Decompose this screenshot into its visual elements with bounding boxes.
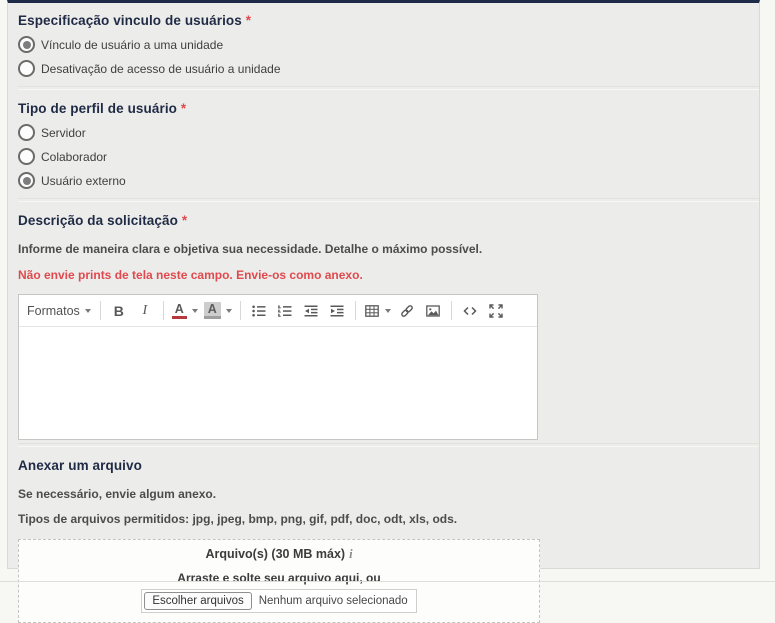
indent-icon (329, 303, 345, 319)
attachment-allowed-types: Tipos de arquivos permitidos: jpg, jpeg,… (18, 512, 759, 526)
description-warning: Não envie prints de tela neste campo. En… (18, 268, 759, 282)
toolbar-separator (451, 301, 452, 320)
editor-content-area[interactable] (19, 327, 537, 439)
bullet-list-icon (251, 303, 267, 319)
radio-option-label: Usuário externo (41, 174, 126, 188)
text-color-letter: A (172, 303, 187, 315)
radio-button-icon[interactable] (18, 148, 35, 165)
text-color-icon: A (172, 303, 187, 319)
table-icon (364, 303, 380, 319)
toolbar-separator (100, 301, 101, 320)
radio-option-colaborador[interactable]: Colaborador (18, 148, 759, 165)
numbered-list-button[interactable] (272, 299, 298, 323)
text-color-swatch (172, 316, 187, 319)
section-divider (18, 443, 759, 447)
indent-button[interactable] (324, 299, 350, 323)
heading-text: Anexar um arquivo (18, 458, 142, 473)
heading-text: Especificação vinculo de usuários (18, 13, 242, 28)
radio-option-vinculo-unidade[interactable]: Vínculo de usuário a uma unidade (18, 36, 759, 53)
italic-button[interactable]: I (132, 299, 158, 323)
bullet-list-button[interactable] (246, 299, 272, 323)
insert-link-button[interactable] (394, 299, 420, 323)
required-asterisk: * (181, 101, 186, 116)
section-profile-type-heading: Tipo de perfil de usuário * (18, 100, 759, 117)
section-divider (18, 198, 759, 202)
fullscreen-icon (488, 303, 504, 319)
toolbar-separator (355, 301, 356, 320)
editor-toolbar: Formatos B I A (19, 295, 537, 327)
heading-text: Tipo de perfil de usuário (18, 101, 177, 116)
required-asterisk: * (246, 13, 251, 28)
section-user-link: Especificação vinculo de usuários * Vínc… (18, 12, 759, 77)
bold-button[interactable]: B (106, 299, 132, 323)
radio-option-desativacao-acesso[interactable]: Desativação de acesso de usuário a unida… (18, 60, 759, 77)
page-bottom-divider (0, 581, 775, 582)
no-file-selected-text: Nenhum arquivo selecionado (259, 595, 408, 607)
radio-option-usuario-externo[interactable]: Usuário externo (18, 172, 759, 189)
radio-option-servidor[interactable]: Servidor (18, 124, 759, 141)
formats-label: Formatos (27, 304, 80, 318)
heading-text: Descrição da solicitação (18, 213, 178, 228)
section-user-link-heading: Especificação vinculo de usuários * (18, 12, 759, 29)
insert-image-button[interactable] (420, 299, 446, 323)
background-color-button[interactable]: A (201, 299, 235, 323)
dropzone-title-text: Arquivo(s) (30 MB máx) (205, 547, 345, 561)
section-description: Descrição da solicitação * Informe de ma… (18, 212, 759, 440)
toolbar-separator (240, 301, 241, 320)
toolbar-separator (163, 301, 164, 320)
text-color-button[interactable]: A (169, 299, 201, 323)
file-input[interactable]: Escolher arquivos Nenhum arquivo selecio… (141, 589, 416, 613)
background-color-letter: A (204, 303, 221, 315)
background-color-icon: A (204, 302, 221, 319)
formats-dropdown-button[interactable]: Formatos (23, 299, 95, 323)
background-color-swatch (204, 316, 221, 319)
dropzone-title: Arquivo(s) (30 MB máx) i (19, 547, 539, 562)
rich-text-editor: Formatos B I A (18, 294, 538, 440)
link-icon (399, 303, 415, 319)
image-icon (425, 303, 441, 319)
radio-button-icon[interactable] (18, 124, 35, 141)
section-profile-type: Tipo de perfil de usuário * Servidor Col… (18, 100, 759, 189)
attachment-note: Se necessário, envie algum anexo. (18, 487, 759, 501)
chevron-down-icon (226, 309, 232, 313)
section-attachment: Anexar um arquivo Se necessário, envie a… (18, 457, 759, 623)
chevron-down-icon (192, 309, 198, 313)
outdent-icon (303, 303, 319, 319)
description-instruction: Informe de maneira clara e objetiva sua … (18, 242, 759, 256)
radio-button-icon[interactable] (18, 36, 35, 53)
dropzone-drag-text: Arraste e solte seu arquivo aqui, ou (19, 571, 539, 585)
source-code-button[interactable] (457, 299, 483, 323)
section-attachment-heading: Anexar um arquivo (18, 457, 759, 474)
fullscreen-button[interactable] (483, 299, 509, 323)
radio-option-label: Colaborador (41, 150, 107, 164)
numbered-list-icon (277, 303, 293, 319)
radio-option-label: Desativação de acesso de usuário a unida… (41, 62, 281, 76)
chevron-down-icon (85, 309, 91, 313)
section-description-heading: Descrição da solicitação * (18, 212, 759, 229)
source-code-icon (462, 303, 478, 319)
form-panel: Especificação vinculo de usuários * Vínc… (7, 0, 760, 569)
required-asterisk: * (182, 213, 187, 228)
table-button[interactable] (361, 299, 394, 323)
radio-button-icon[interactable] (18, 60, 35, 77)
section-divider (18, 86, 759, 90)
chevron-down-icon (385, 309, 391, 313)
outdent-button[interactable] (298, 299, 324, 323)
choose-files-button[interactable]: Escolher arquivos (144, 592, 251, 610)
radio-button-icon[interactable] (18, 172, 35, 189)
info-icon[interactable]: i (349, 547, 352, 561)
radio-option-label: Servidor (41, 126, 86, 140)
radio-option-label: Vínculo de usuário a uma unidade (41, 38, 223, 52)
